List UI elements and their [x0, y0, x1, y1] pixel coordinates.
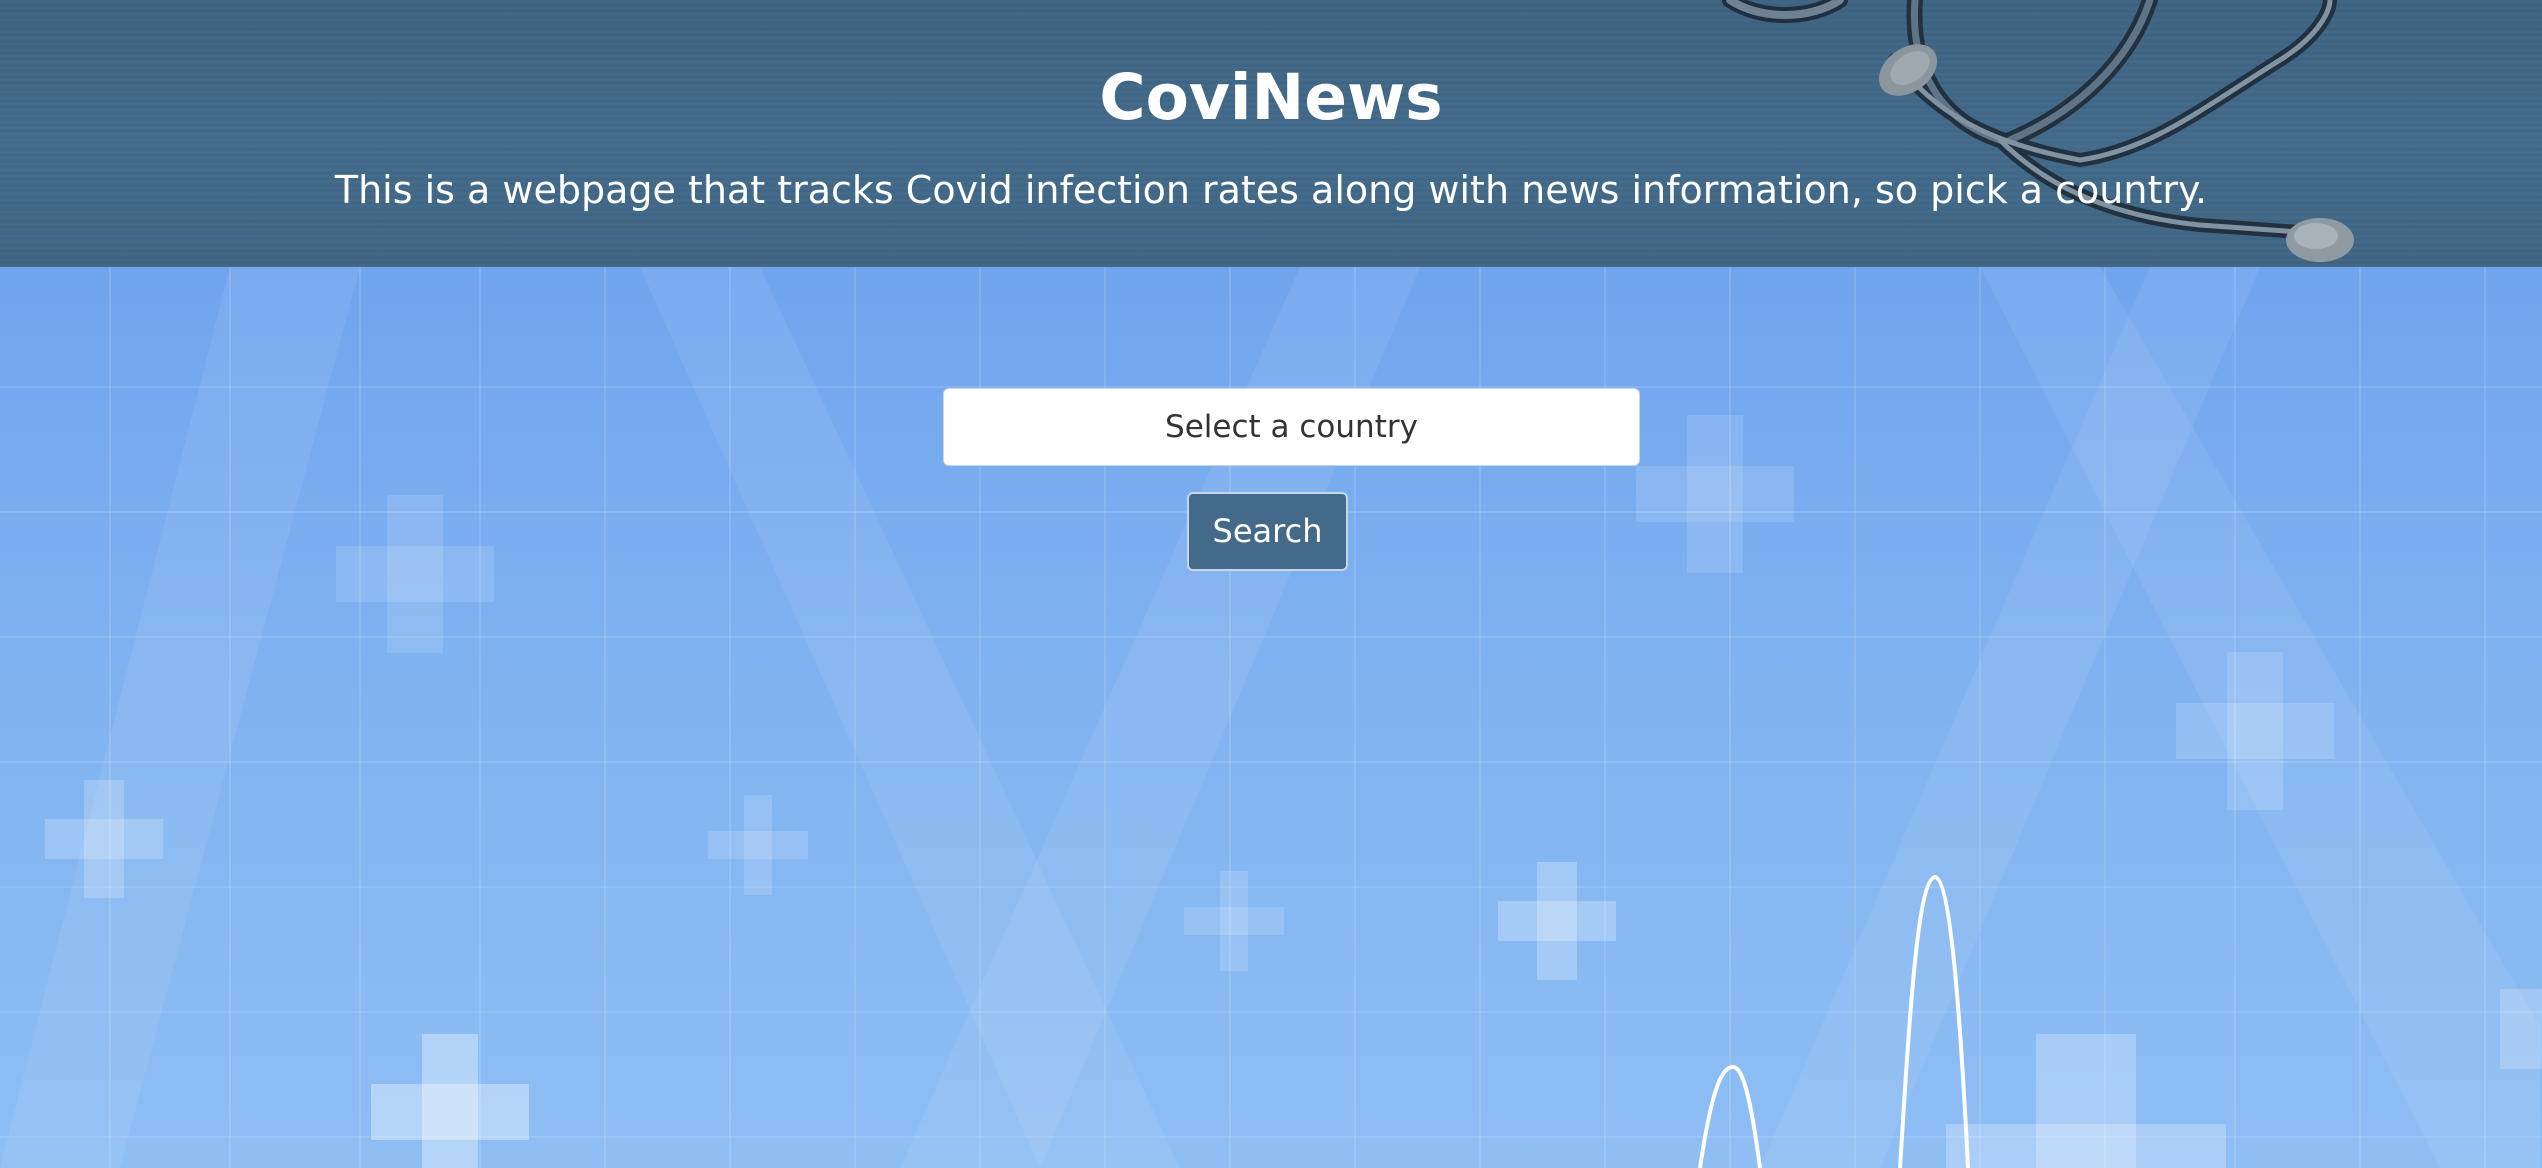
country-select[interactable]: Select a country: [943, 388, 1640, 466]
site-tagline: This is a webpage that tracks Covid infe…: [334, 168, 2208, 212]
header-banner: CoviNews This is a webpage that tracks C…: [0, 0, 2542, 267]
site-title: CoviNews: [1099, 61, 1443, 134]
page: CoviNews This is a webpage that tracks C…: [0, 0, 2542, 1168]
search-button[interactable]: Search: [1187, 492, 1348, 571]
stethoscope-icon: [1722, 0, 2354, 262]
main-area: Select a country Search: [0, 267, 2542, 1168]
